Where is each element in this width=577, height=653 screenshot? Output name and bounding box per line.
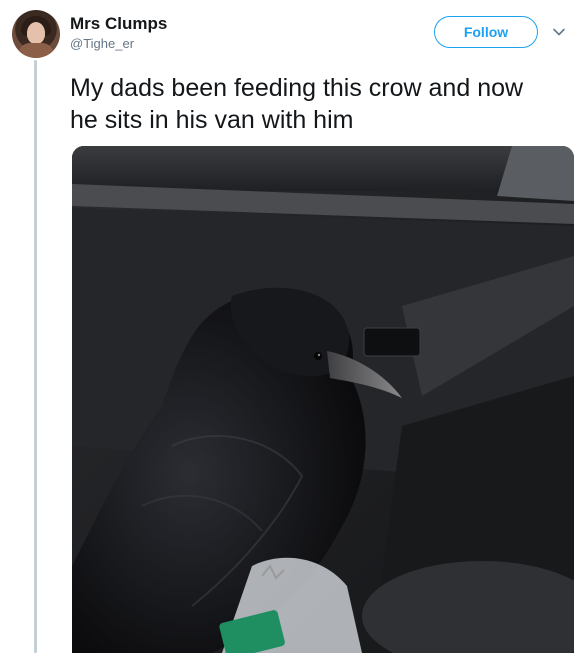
dashboard-top: [72, 146, 574, 191]
avatar-face: [27, 22, 45, 44]
door-handle: [363, 327, 421, 357]
avatar-body: [18, 43, 54, 58]
chevron-down-icon[interactable]: [552, 25, 566, 39]
thread-line: [34, 60, 37, 653]
tweet-photo[interactable]: [72, 146, 574, 653]
author-name[interactable]: Mrs Clumps: [70, 14, 167, 34]
crow-eye-glint: [317, 353, 321, 357]
author-handle[interactable]: @Tighe_er: [70, 36, 134, 51]
crow-eye: [314, 352, 322, 360]
avatar[interactable]: [12, 10, 60, 58]
crow-photo-illustration: [72, 146, 574, 653]
follow-button[interactable]: Follow: [434, 16, 538, 48]
tweet-text: My dads been feeding this crow and now h…: [70, 74, 524, 134]
